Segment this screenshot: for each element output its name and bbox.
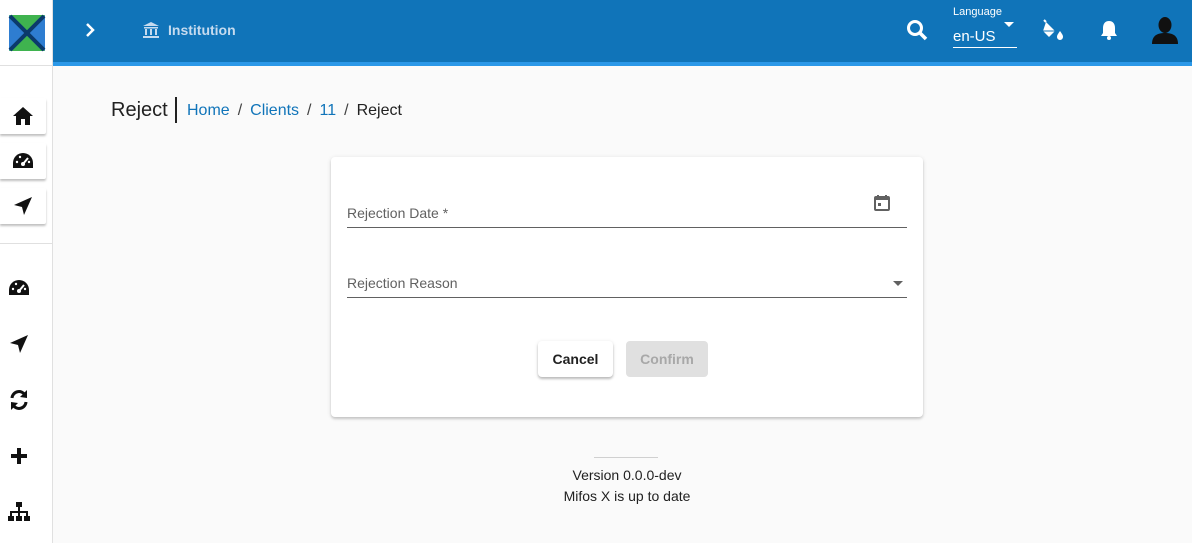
breadcrumb-separator: / (237, 102, 243, 119)
language-label: Language (953, 6, 1002, 18)
update-status-text: Mifos X is up to date (563, 488, 691, 504)
institution-label: Institution (168, 22, 236, 38)
reject-form-card: Rejection Date * Rejection Reason Cancel… (331, 157, 923, 417)
app-logo[interactable] (0, 0, 53, 66)
confirm-button[interactable]: Confirm (626, 341, 708, 377)
mifos-x-logo-icon (7, 13, 46, 52)
breadcrumb-current: Reject (356, 102, 402, 119)
chevron-right-icon (86, 23, 95, 37)
sync-icon (10, 390, 28, 410)
plus-icon (11, 448, 27, 464)
institution-menu[interactable]: Institution (142, 19, 236, 41)
avatar-icon (1152, 17, 1178, 44)
breadcrumb-separator: / (307, 102, 312, 119)
breadcrumb: Home / Clients / 11 / Reject (187, 102, 402, 120)
sidebar-dashboard-link[interactable] (0, 273, 38, 303)
notifications-button[interactable] (1097, 18, 1121, 42)
institution-icon (143, 22, 159, 38)
paint-bucket-icon (1043, 19, 1063, 40)
rejection-reason-select[interactable]: Rejection Reason (347, 157, 907, 307)
toolbar-accent-strip (53, 62, 1192, 66)
sidebar-home-button[interactable] (0, 98, 46, 134)
sidebar-toggle-button[interactable] (80, 19, 100, 41)
bell-icon (1101, 21, 1117, 40)
breadcrumb-home-link[interactable]: Home (187, 102, 230, 120)
sitemap-icon (8, 502, 30, 521)
theme-button[interactable] (1041, 18, 1065, 42)
footer-divider (594, 457, 658, 458)
navigation-icon (10, 335, 28, 353)
search-button[interactable] (905, 18, 929, 42)
sidebar-navigation-button[interactable] (0, 188, 46, 224)
page-title: Reject (111, 99, 168, 121)
sidebar-add-link[interactable] (0, 441, 38, 471)
sidebar-navigation-link[interactable] (0, 329, 38, 359)
breadcrumb-client-link[interactable]: 11 (320, 102, 337, 120)
breadcrumb-separator: / (344, 102, 349, 119)
chevron-down-icon (893, 281, 903, 286)
rejection-reason-label: Rejection Reason (347, 275, 458, 291)
language-value: en-US (953, 28, 996, 45)
navigation-icon (14, 197, 32, 215)
chevron-down-icon (1004, 22, 1014, 27)
sidebar-organization-link[interactable] (0, 497, 38, 527)
sidebar-divider (0, 243, 53, 244)
breadcrumb-divider (175, 97, 177, 123)
dashboard-icon (13, 153, 33, 168)
breadcrumb-clients-link[interactable]: Clients (250, 102, 299, 120)
language-select[interactable]: Language en-US (953, 4, 1017, 48)
version-text: Version 0.0.0-dev (572, 467, 682, 483)
cancel-button[interactable]: Cancel (538, 341, 613, 377)
user-menu-button[interactable] (1151, 15, 1179, 45)
language-underline (953, 47, 1017, 48)
rejection-reason-underline (347, 297, 907, 298)
dashboard-icon (9, 280, 29, 295)
sidebar-sync-link[interactable] (0, 385, 38, 415)
home-icon (13, 107, 33, 125)
sidebar-dashboard-button[interactable] (0, 143, 46, 179)
search-icon (907, 20, 928, 41)
sidebar (0, 0, 53, 543)
